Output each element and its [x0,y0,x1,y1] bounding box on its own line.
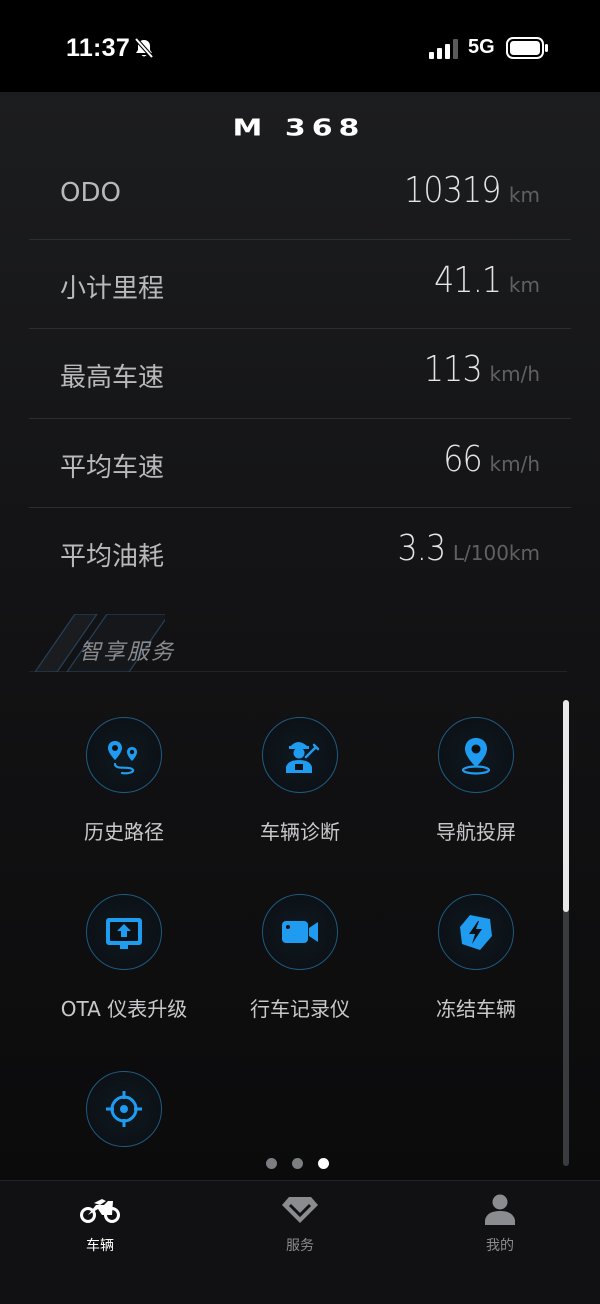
vehicle-dashboard: M 368 ODO 10319 km 小计里程 41.1 km 最高车速 113… [0,92,600,1180]
service-label: 导航投屏 [436,820,516,844]
video-camera-icon [282,921,318,943]
page-dot[interactable] [266,1158,277,1169]
diamond-icon [282,1197,318,1223]
tab-label: 服务 [286,1238,314,1254]
services-title: 智享服务 [79,640,176,665]
lightning-shield-icon [460,915,492,950]
person-icon [485,1194,515,1225]
stat-unit: km/h [489,362,540,386]
stat-unit: km/h [489,451,540,476]
stat-unit: km [508,272,540,297]
stat-label: 平均油耗 [60,542,165,572]
bottom-tab-bar: 车辆 服务 我的 [0,1180,600,1304]
location-pin-icon [461,738,491,775]
service-locate[interactable] [36,1066,212,1180]
bell-muted-icon [134,37,154,59]
stat-label: 最高车速 [60,363,165,393]
stat-value: 10319 [404,170,502,211]
stat-unit: km [508,183,540,207]
stat-label: ODO [60,178,121,208]
ota-upgrade-icon [106,918,142,949]
service-label: OTA 仪表升级 [60,997,188,1021]
stat-label: 平均车速 [60,452,165,483]
stat-unit: L/100km [452,541,540,565]
stat-row-avg-speed: 平均车速 66 km/h [29,419,571,508]
motorcycle-icon [80,1199,120,1223]
page-dot-active[interactable] [318,1158,329,1169]
tab-vehicle[interactable]: 车辆 [40,1181,160,1271]
stat-row-odo: ODO 10319 km [29,150,571,240]
model-logo: M 368 [233,115,366,138]
tab-label: 车辆 [86,1238,114,1254]
stat-row-avg-fuel: 平均油耗 3.3 L/100km [29,508,571,598]
service-dashcam[interactable]: 行车记录仪 [212,889,388,1049]
service-label: 冻结车辆 [436,997,516,1021]
scrollbar-thumb[interactable] [563,700,569,912]
tab-profile[interactable]: 我的 [440,1181,560,1271]
services-section-header: 智享服务 [29,612,567,672]
stats-list: ODO 10319 km 小计里程 41.1 km 最高车速 113 km/h … [29,150,571,598]
network-type: 5G [468,36,495,58]
service-freeze-vehicle[interactable]: 冻结车辆 [388,889,564,1049]
stat-value: 41.1 [433,259,502,301]
svg-text:M 368: M 368 [233,115,366,138]
crosshair-icon [106,1091,142,1127]
route-icon [108,741,137,775]
status-time: 11:37 [66,34,131,62]
signal-strength-icon [429,39,458,59]
service-label: 行车记录仪 [250,997,350,1021]
service-label: 车辆诊断 [260,820,340,844]
service-navigation-cast[interactable]: 导航投屏 [388,712,564,872]
mechanic-icon [286,742,320,773]
battery-icon [506,37,548,59]
tab-label: 我的 [486,1238,514,1254]
stat-value: 66 [442,438,482,480]
page-dot[interactable] [292,1158,303,1169]
service-vehicle-diagnosis[interactable]: 车辆诊断 [212,712,388,872]
stat-row-max-speed: 最高车速 113 km/h [29,329,571,419]
stat-value: 3.3 [397,528,446,569]
service-label: 历史路径 [84,820,164,844]
stat-row-trip: 小计里程 41.1 km [29,240,571,329]
page-indicator [266,1158,329,1169]
stat-label: 小计里程 [60,273,165,304]
tab-services[interactable]: 服务 [240,1181,360,1271]
service-ota-upgrade[interactable]: OTA 仪表升级 [36,889,212,1049]
status-bar: 11:37 5G [0,0,600,92]
service-history-route[interactable]: 历史路径 [36,712,212,872]
stat-value: 113 [423,349,483,390]
